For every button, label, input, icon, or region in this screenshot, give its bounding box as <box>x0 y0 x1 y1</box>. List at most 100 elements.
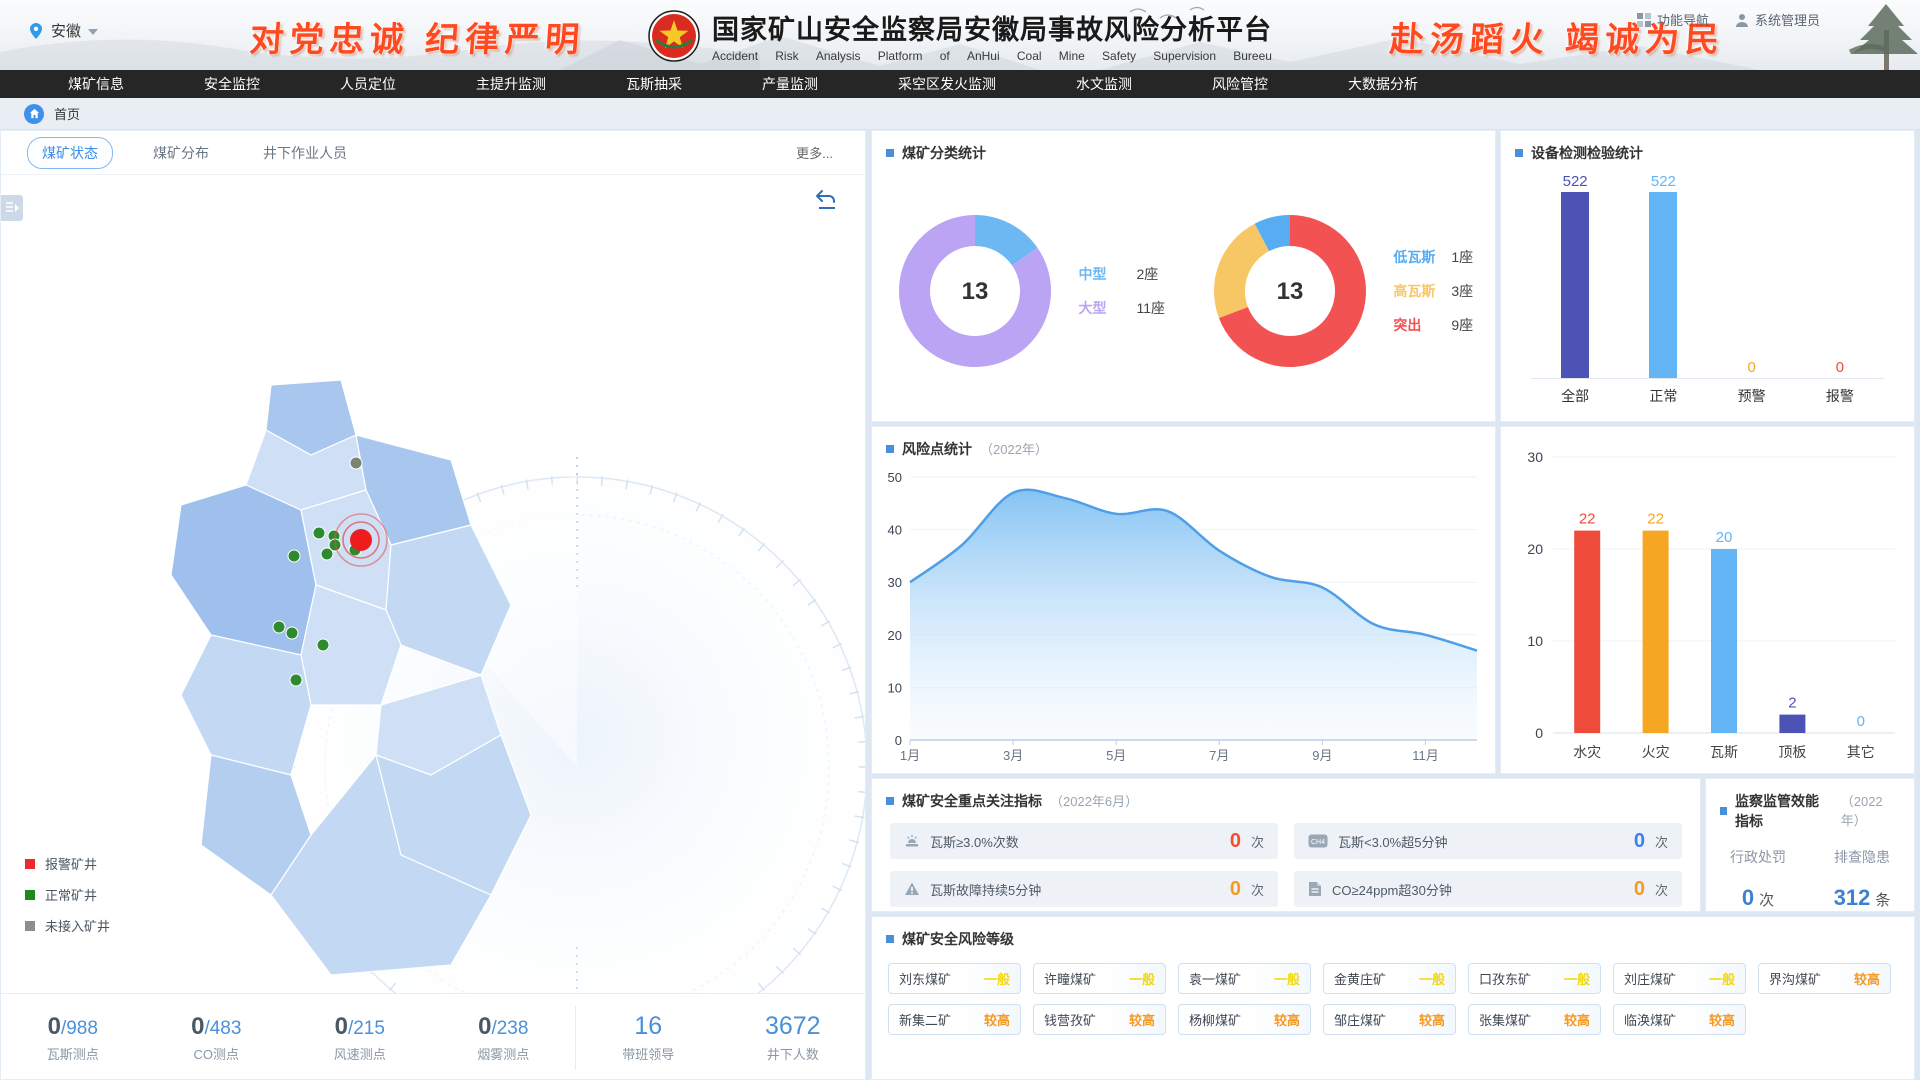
subtitle-word: Platform <box>878 49 923 63</box>
monitor-stat: 0/483CO测点 <box>145 1013 289 1063</box>
nav-item-6[interactable]: 产量监测 <box>722 70 858 98</box>
mine-marker-normal[interactable] <box>288 550 300 562</box>
breadcrumb: 首页 <box>0 98 1920 130</box>
mine-marker-offline[interactable] <box>350 457 362 469</box>
mine-risk-chip[interactable]: 许疃煤矿一般 <box>1033 963 1166 994</box>
admin-user-link[interactable]: 系统管理员 <box>1735 10 1820 29</box>
bar-category: 全部 <box>1531 379 1619 406</box>
stat-value: 0 <box>335 1013 348 1040</box>
panel-subtitle: （2022年） <box>1841 791 1900 829</box>
nav-item-3[interactable]: 人员定位 <box>300 70 436 98</box>
efficiency-item: 排查隐患312条 <box>1810 847 1914 911</box>
mine-risk-chip[interactable]: 钱营孜矿较高 <box>1033 1004 1166 1035</box>
subtitle-word: Safety <box>1102 49 1136 63</box>
focus-value: 0 <box>1230 830 1241 853</box>
donut-legend-item: 突出9座 <box>1393 315 1473 335</box>
risk-level-badge: 一般 <box>1274 969 1300 988</box>
mine-risk-chip[interactable]: 刘庄煤矿一般 <box>1613 963 1746 994</box>
risk-level-badge: 一般 <box>1564 969 1590 988</box>
efficiency-panel: 监察监管效能指标 （2022年） 行政处罚0次排查隐患312条 <box>1705 778 1915 912</box>
mine-name: 临涣煤矿 <box>1624 1010 1676 1029</box>
stat-label: CO测点 <box>145 1044 289 1063</box>
map-legend: 报警矿井正常矿井未接入矿井 <box>25 854 110 935</box>
map-back-icon[interactable] <box>813 187 839 211</box>
more-link[interactable]: 更多... <box>796 143 833 162</box>
nav-item-4[interactable]: 主提升监测 <box>436 70 586 98</box>
donut-legend-item: 大型11座 <box>1078 298 1165 318</box>
y-tick: 30 <box>1527 449 1543 465</box>
mine-risk-chip[interactable]: 张集煤矿较高 <box>1468 1004 1601 1035</box>
legend-item: 正常矿井 <box>25 885 110 904</box>
app-title: 国家矿山安全监察局安徽局事故风险分析平台 <box>712 8 1272 47</box>
bar-category: 顶板 <box>1778 744 1806 760</box>
panel-subtitle: （2022年6月） <box>1050 791 1138 810</box>
x-tick: 5月 <box>1106 748 1126 763</box>
subtitle-word: Bureeu <box>1233 49 1272 63</box>
panel-title: 煤矿分类统计 <box>902 143 986 163</box>
map-tab-2[interactable]: 煤矿分布 <box>139 138 223 168</box>
risk-level-badge: 较高 <box>1129 1010 1155 1029</box>
risk-level-badge: 较高 <box>1709 1010 1735 1029</box>
app-subtitle: AccidentRiskAnalysisPlatformofAnHuiCoalM… <box>712 49 1272 63</box>
mine-risk-chip[interactable]: 新集二矿较高 <box>888 1004 1021 1035</box>
panel-subtitle: （2022年） <box>980 439 1048 458</box>
x-tick: 1月 <box>900 748 920 763</box>
nav-item-5[interactable]: 瓦斯抽采 <box>586 70 722 98</box>
x-tick: 3月 <box>1003 748 1023 763</box>
mine-name: 刘东煤矿 <box>899 969 951 988</box>
mine-marker-normal[interactable] <box>290 674 302 686</box>
legend-name: 低瓦斯 <box>1393 247 1451 267</box>
mine-marker-normal[interactable] <box>273 621 285 633</box>
mine-risk-chip[interactable]: 金黄庄矿一般 <box>1323 963 1456 994</box>
mine-class-panel: 煤矿分类统计 13中型2座大型11座13低瓦斯1座高瓦斯3座突出9座 <box>871 130 1496 422</box>
region-selector[interactable]: 安徽 <box>28 20 98 41</box>
title-bullet <box>886 149 894 157</box>
mine-risk-chip[interactable]: 邹庄煤矿较高 <box>1323 1004 1456 1035</box>
layer-panel-handle[interactable] <box>1 195 23 221</box>
donut-chart-2: 13低瓦斯1座高瓦斯3座突出9座 <box>1184 167 1496 415</box>
nav-item-10[interactable]: 大数据分析 <box>1308 70 1458 98</box>
mine-risk-chip[interactable]: 临涣煤矿 较高 <box>1613 1004 1746 1035</box>
legend-value: 3座 <box>1451 281 1473 301</box>
home-icon[interactable] <box>24 104 44 124</box>
bar-value: 0 <box>1747 359 1755 376</box>
focus-card: CH4瓦斯<3.0%超5分钟0次 <box>1294 823 1682 859</box>
mine-marker-normal[interactable] <box>321 548 333 560</box>
mine-marker-normal[interactable] <box>286 627 298 639</box>
nav-item-2[interactable]: 安全监控 <box>164 70 300 98</box>
title-bullet <box>1720 807 1727 815</box>
nav-item-9[interactable]: 风险管控 <box>1172 70 1308 98</box>
legend-value: 2座 <box>1136 264 1158 284</box>
nav-item-7[interactable]: 采空区发火监测 <box>858 70 1036 98</box>
nav-item-1[interactable]: 煤矿信息 <box>28 70 164 98</box>
brand: 国家矿山安全监察局安徽局事故风险分析平台 AccidentRiskAnalysi… <box>648 8 1272 63</box>
mine-marker-alarm[interactable] <box>335 514 387 566</box>
mine-risk-chip[interactable]: 界沟煤矿较高 <box>1758 963 1891 994</box>
bar-value: 0 <box>1836 359 1844 376</box>
subtitle-word: Mine <box>1059 49 1085 63</box>
mine-name: 杨柳煤矿 <box>1189 1010 1241 1029</box>
mine-marker-normal[interactable] <box>313 527 325 539</box>
nav-item-8[interactable]: 水文监测 <box>1036 70 1172 98</box>
map-tab-1[interactable]: 煤矿状态 <box>27 137 113 169</box>
donut-legend-item: 低瓦斯1座 <box>1393 247 1473 267</box>
risk-level-badge: 较高 <box>1419 1010 1445 1029</box>
panel-title: 设备检测检验统计 <box>1531 143 1643 163</box>
map-tab-3[interactable]: 井下作业人员 <box>249 138 361 168</box>
y-tick: 50 <box>888 470 902 485</box>
mine-risk-chip[interactable]: 刘东煤矿一般 <box>888 963 1021 994</box>
panel-title: 风险点统计 <box>902 439 972 459</box>
stat-total: /238 <box>491 1018 528 1039</box>
admin-user-label: 系统管理员 <box>1755 10 1820 29</box>
mine-risk-chip[interactable]: 袁一煤矿一般 <box>1178 963 1311 994</box>
bar-瓦斯 <box>1711 549 1737 733</box>
y-tick: 10 <box>888 680 902 695</box>
function-nav-link[interactable]: 功能导航 <box>1637 10 1709 29</box>
focus-label: 瓦斯<3.0%超5分钟 <box>1338 832 1624 851</box>
breadcrumb-home[interactable]: 首页 <box>54 104 80 123</box>
mine-risk-chip[interactable]: 口孜东矿一般 <box>1468 963 1601 994</box>
subtitle-word: Risk <box>775 49 798 63</box>
app-header: 安徽 对党忠诚 纪律严明 国家矿山安全监察局安徽局事故风险分析平台 Accide… <box>0 0 1920 70</box>
mine-risk-chip[interactable]: 杨柳煤矿较高 <box>1178 1004 1311 1035</box>
mine-marker-normal[interactable] <box>317 639 329 651</box>
